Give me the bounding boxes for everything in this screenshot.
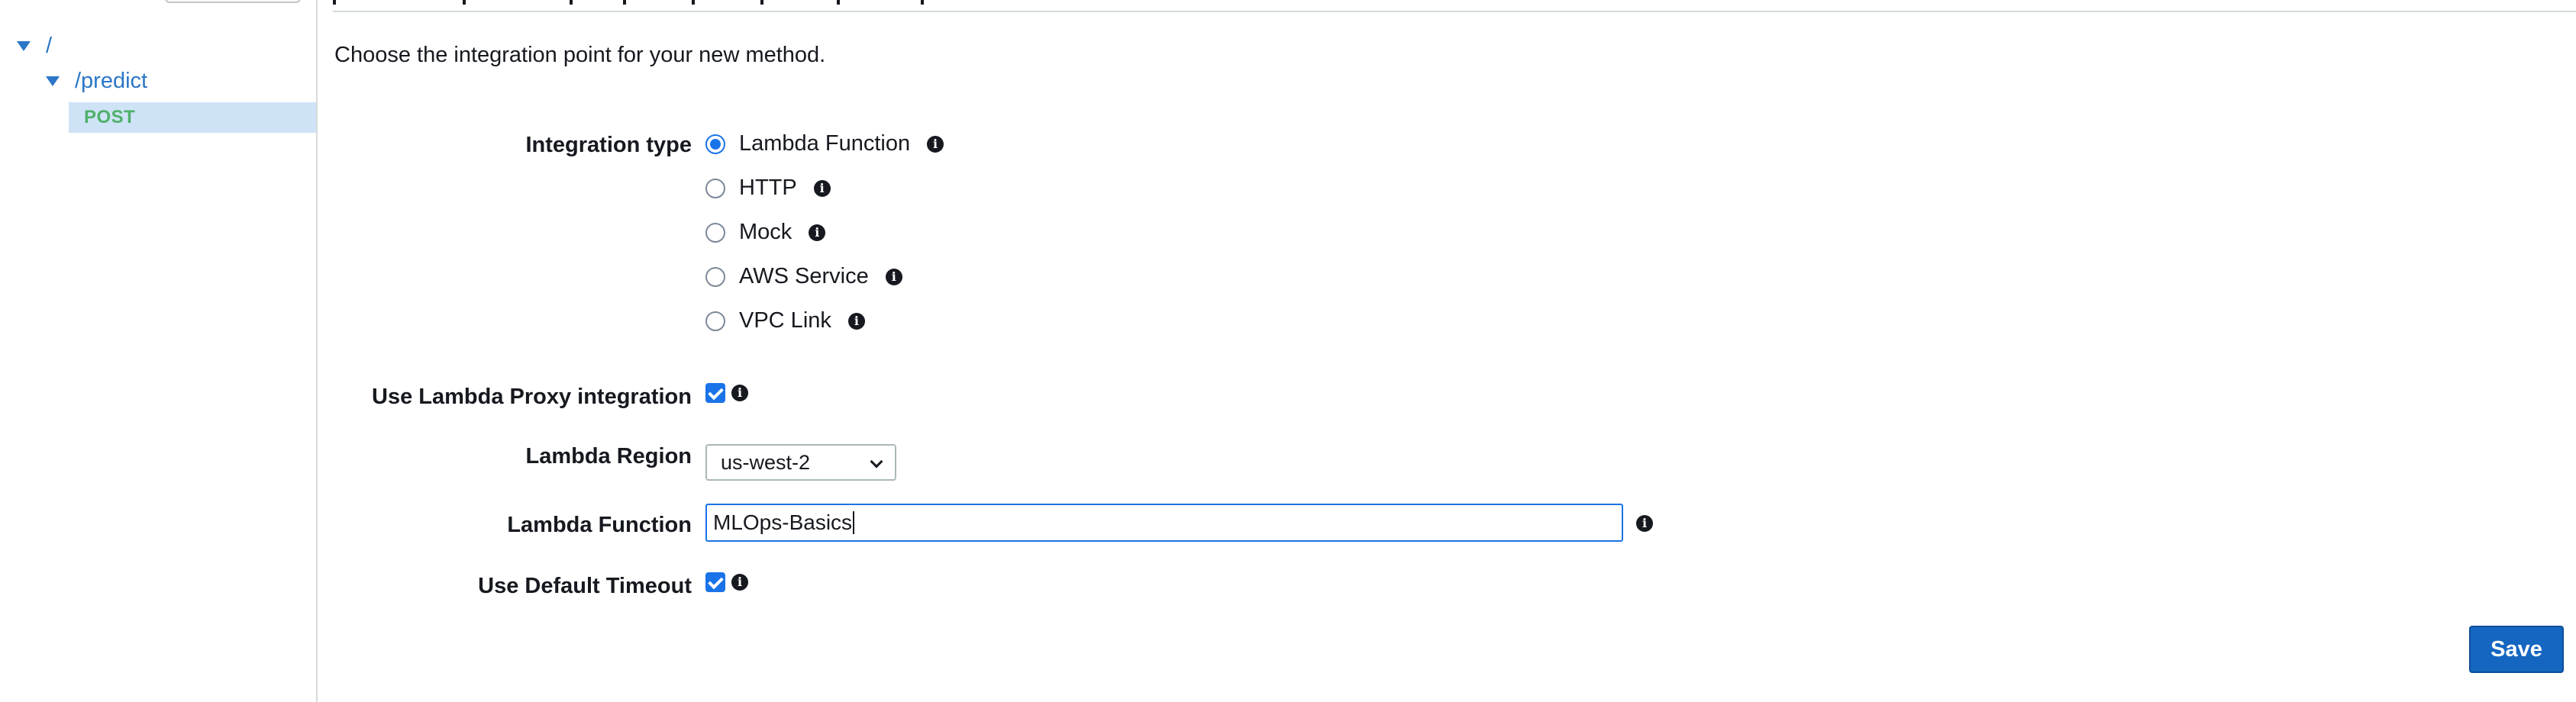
lambda-function-label: Lambda Function xyxy=(507,513,692,537)
lambda-proxy-checkbox[interactable] xyxy=(705,383,725,403)
save-button[interactable]: Save xyxy=(2469,626,2564,673)
radio-option-label[interactable]: Mock xyxy=(739,220,792,245)
info-icon[interactable]: i xyxy=(813,179,831,197)
chevron-down-icon[interactable] xyxy=(870,455,883,469)
info-icon[interactable]: i xyxy=(731,574,748,591)
sidebar-action-button[interactable] xyxy=(165,0,301,3)
radio-option-label[interactable]: AWS Service xyxy=(739,264,869,289)
lambda-region-label: Lambda Region xyxy=(525,444,692,469)
info-icon[interactable]: i xyxy=(847,312,865,330)
lambda-function-value[interactable]: MLOps-Basics xyxy=(713,510,852,535)
radio-option-vpc-link[interactable]: VPC Link i xyxy=(705,308,865,333)
tree-item-post-method[interactable]: POST xyxy=(69,102,316,133)
info-icon[interactable]: i xyxy=(885,268,902,285)
radio-option-lambda-function[interactable]: Lambda Function i xyxy=(705,131,944,156)
default-timeout-checkbox[interactable] xyxy=(705,572,725,592)
caret-down-icon[interactable] xyxy=(17,41,31,51)
radio-option-mock[interactable]: Mock i xyxy=(705,220,826,245)
caret-down-icon[interactable] xyxy=(46,76,60,86)
radio-option-label[interactable]: VPC Link xyxy=(739,308,831,333)
radio-button[interactable] xyxy=(705,222,725,243)
radio-button[interactable] xyxy=(705,134,725,154)
info-icon[interactable]: i xyxy=(927,135,944,153)
radio-button[interactable] xyxy=(705,311,725,331)
radio-option-http[interactable]: HTTP i xyxy=(705,176,831,201)
radio-option-label[interactable]: HTTP xyxy=(739,176,797,201)
tree-item-label[interactable]: / xyxy=(46,34,52,59)
tree-item-label[interactable]: /predict xyxy=(75,69,147,94)
tree-item-predict[interactable]: /predict xyxy=(46,69,147,94)
radio-option-aws-service[interactable]: AWS Service i xyxy=(705,264,902,289)
lambda-region-value[interactable]: us-west-2 xyxy=(721,451,810,475)
integration-type-label: Integration type xyxy=(525,133,692,157)
radio-option-label[interactable]: Lambda Function xyxy=(739,131,910,156)
radio-button[interactable] xyxy=(705,266,725,287)
info-icon[interactable]: i xyxy=(731,385,748,401)
resource-tree-sidebar: / /predict POST xyxy=(0,0,318,702)
text-cursor xyxy=(853,511,855,534)
info-icon[interactable]: i xyxy=(1636,515,1653,532)
default-timeout-field: i xyxy=(705,572,748,592)
header-remnant xyxy=(333,0,944,5)
lambda-proxy-label: Use Lambda Proxy integration xyxy=(372,385,692,409)
lambda-proxy-field: i xyxy=(705,383,748,403)
intro-text: Choose the integration point for your ne… xyxy=(334,43,826,67)
tree-item-root[interactable]: / xyxy=(17,34,52,59)
default-timeout-label: Use Default Timeout xyxy=(478,574,692,598)
lambda-function-input[interactable]: MLOps-Basics xyxy=(705,504,1623,542)
section-divider xyxy=(333,11,2576,12)
lambda-region-select[interactable]: us-west-2 xyxy=(705,444,896,481)
info-icon[interactable]: i xyxy=(809,224,826,241)
radio-button[interactable] xyxy=(705,178,725,198)
method-label: POST xyxy=(84,107,136,127)
